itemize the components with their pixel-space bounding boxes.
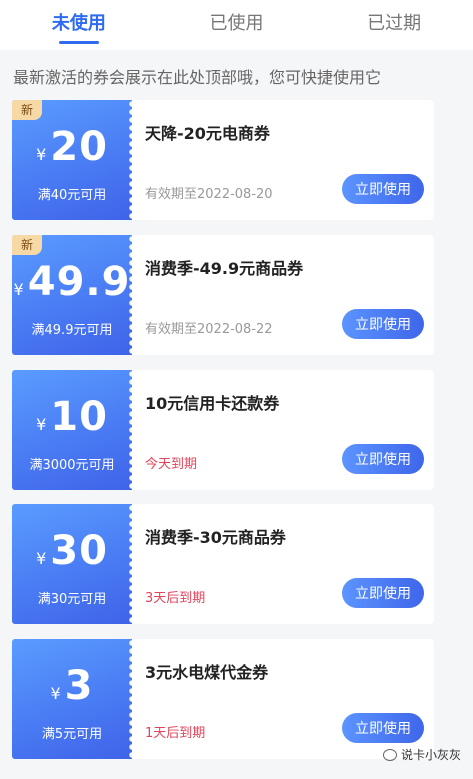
coupon-value-panel: 新 ¥ 49.9 满49.9元可用 [12,235,136,355]
tab-used[interactable]: 已使用 [158,0,316,50]
coupon-title: 消费季-49.9元商品券 [145,259,304,278]
coupon-tabs: 未使用 已使用 已过期 [0,0,473,50]
coupon-card: ¥ 3 满5元可用 3元水电煤代金券 1天后到期 立即使用 [12,639,434,759]
coupon-info-panel: 3元水电煤代金券 1天后到期 立即使用 [132,639,434,759]
coupon-amount: 30 [50,528,108,574]
coupon-title: 消费季-30元商品券 [145,528,286,547]
use-now-button[interactable]: 立即使用 [342,309,424,339]
new-badge: 新 [12,100,42,120]
coupon-value-panel: ¥ 3 满5元可用 [12,639,136,759]
watermark: 说卡小灰灰 [382,746,461,763]
coupon-threshold: 满5元可用 [41,727,103,742]
coupon-expiry: 3天后到期 [145,591,206,606]
coupon-threshold: 满30元可用 [37,592,107,607]
tab-unused[interactable]: 未使用 [0,0,158,50]
coupon-amount: 10 [50,394,108,440]
coupon-expiry: 有效期至2022-08-20 [145,187,273,202]
coupon-value-panel: ¥ 30 满30元可用 [12,504,136,624]
coupon-info-panel: 10元信用卡还款券 今天到期 立即使用 [132,370,434,490]
coupon-title: 3元水电煤代金券 [145,663,269,682]
currency-symbol: ¥ [36,415,47,434]
use-now-button[interactable]: 立即使用 [342,578,424,608]
coupon-amount: 49.9 [27,259,131,305]
coupon-card: ¥ 30 满30元可用 消费季-30元商品券 3天后到期 立即使用 [12,504,434,624]
coupon-amount: 3 [64,663,94,709]
coupon-threshold: 满49.9元可用 [31,323,113,338]
use-now-button[interactable]: 立即使用 [342,174,424,204]
coupon-expiry: 1天后到期 [145,726,206,741]
coupon-expiry: 有效期至2022-08-22 [145,322,273,337]
coupon-info-panel: 消费季-30元商品券 3天后到期 立即使用 [132,504,434,624]
currency-symbol: ¥ [13,280,24,299]
wechat-icon [382,748,397,761]
coupon-title: 10元信用卡还款券 [145,394,280,413]
coupon-info-panel: 天降-20元电商券 有效期至2022-08-20 立即使用 [132,100,434,220]
coupon-card: ¥ 10 满3000元可用 10元信用卡还款券 今天到期 立即使用 [12,370,434,490]
coupon-expiry: 今天到期 [145,457,198,472]
coupon-value-panel: ¥ 10 满3000元可用 [12,370,136,490]
coupon-card: 新 ¥ 20 满40元可用 天降-20元电商券 有效期至2022-08-20 立… [12,100,434,220]
coupon-info-panel: 消费季-49.9元商品券 有效期至2022-08-22 立即使用 [132,235,434,355]
notice-text: 最新激活的券会展示在此处顶部哦，您可快捷使用它 [13,68,382,87]
coupon-amount: 20 [50,124,108,170]
use-now-button[interactable]: 立即使用 [342,444,424,474]
coupon-value-panel: 新 ¥ 20 满40元可用 [12,100,136,220]
watermark-text: 说卡小灰灰 [400,748,461,762]
currency-symbol: ¥ [36,549,47,568]
coupon-threshold: 满40元可用 [37,188,107,203]
coupon-threshold: 满3000元可用 [29,458,115,473]
currency-symbol: ¥ [36,145,47,164]
coupon-card: 新 ¥ 49.9 满49.9元可用 消费季-49.9元商品券 有效期至2022-… [12,235,434,355]
currency-symbol: ¥ [50,684,61,703]
new-badge: 新 [12,235,42,255]
tab-expired[interactable]: 已过期 [315,0,473,50]
use-now-button[interactable]: 立即使用 [342,713,424,743]
coupon-title: 天降-20元电商券 [145,124,270,143]
